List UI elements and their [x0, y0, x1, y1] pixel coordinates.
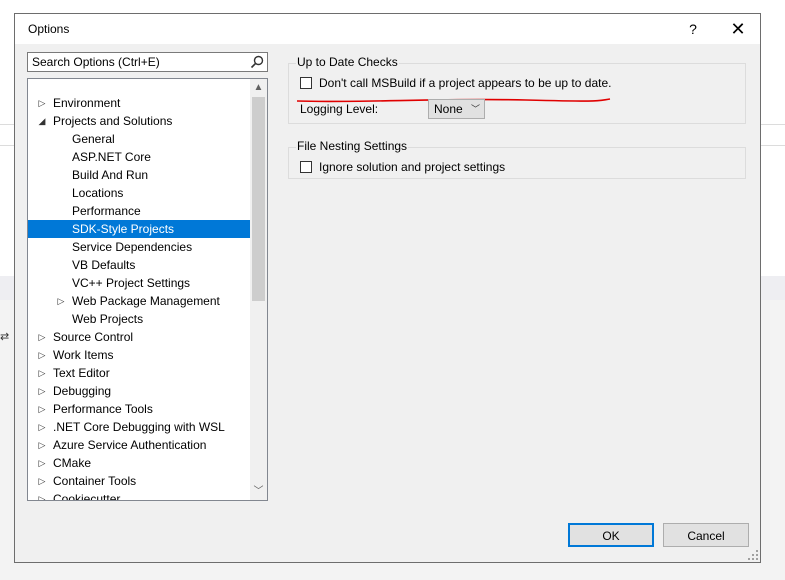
tree-item-label: General [72, 132, 115, 146]
up-to-date-title: Up to Date Checks [296, 55, 399, 69]
msbuild-checkbox-label[interactable]: Don't call MSBuild if a project appears … [319, 75, 611, 91]
tree-item-label: Debugging [53, 384, 112, 398]
collapsed-arrow-icon[interactable]: ▷ [37, 418, 47, 436]
collapsed-arrow-icon[interactable]: ▷ [37, 346, 47, 364]
tree-item-label: Web Package Management [72, 294, 220, 308]
tree-item[interactable]: ASP.NET Core [28, 148, 252, 166]
tree-item[interactable]: ▷ Azure Service Authentication [28, 436, 252, 454]
tree-item-label: Performance [72, 204, 141, 218]
collapsed-arrow-icon[interactable]: ▷ [37, 328, 47, 346]
file-nesting-title: File Nesting Settings [296, 139, 409, 153]
tree-item-label: Text Editor [53, 366, 110, 380]
tree-item[interactable]: ▷ Performance Tools [28, 400, 252, 418]
close-button[interactable]: ✕ [727, 18, 749, 40]
collapsed-arrow-icon[interactable]: ▷ [37, 364, 47, 382]
tree-item[interactable]: ▷ .NET Core Debugging with WSL [28, 418, 252, 436]
logging-level-value: None [434, 102, 463, 116]
collapsed-arrow-icon[interactable]: ▷ [37, 472, 47, 490]
ignore-settings-checkbox[interactable] [300, 161, 312, 173]
tree-item-label: Source Control [53, 330, 134, 344]
ok-button[interactable]: OK [568, 523, 654, 547]
collapsed-arrow-icon[interactable]: ▷ [37, 436, 47, 454]
tree-item-label: Performance Tools [53, 402, 153, 416]
tree-item-label: Azure Service Authentication [53, 438, 207, 452]
tree-item[interactable]: SDK-Style Projects [28, 220, 252, 238]
tree-item[interactable]: Locations [28, 184, 252, 202]
logging-level-select[interactable]: None ﹀ [428, 99, 485, 119]
tree-item[interactable]: ▷ Work Items [28, 346, 252, 364]
tree-item-label: Environment [53, 96, 121, 110]
tree-item[interactable]: VB Defaults [28, 256, 252, 274]
tree-item[interactable]: General [28, 130, 252, 148]
tree-item-label: Work Items [53, 348, 114, 362]
collapsed-arrow-icon[interactable]: ▷ [37, 454, 47, 472]
msbuild-checkbox[interactable] [300, 77, 312, 89]
tree-item-label: ASP.NET Core [72, 150, 151, 164]
tree-item-label: Web Projects [72, 312, 144, 326]
tree-item[interactable]: ▷ CMake [28, 454, 252, 472]
tree-item-label: SDK-Style Projects [72, 222, 175, 236]
dialog-title: Options [28, 22, 70, 36]
background-pin-icon: ⇄ [0, 331, 10, 343]
tree-item[interactable]: VC++ Project Settings [28, 274, 252, 292]
tree-item-label: Service Dependencies [72, 240, 193, 254]
tree-item-label: Locations [72, 186, 124, 200]
search-input[interactable] [28, 53, 247, 71]
tree-item[interactable]: Web Projects [28, 310, 252, 328]
collapsed-arrow-icon[interactable]: ▷ [37, 382, 47, 400]
tree-item-label: VC++ Project Settings [72, 276, 191, 290]
collapsed-arrow-icon[interactable]: ▷ [37, 94, 47, 112]
tree-item-label: .NET Core Debugging with WSL [53, 420, 225, 434]
tree-item[interactable]: ◢ Projects and Solutions [28, 112, 252, 130]
collapsed-arrow-icon[interactable]: ▷ [37, 490, 47, 500]
options-dialog: Options ? ✕ ▷ Cookiecutter ▷ Container Tool… [14, 13, 761, 563]
tree-item[interactable]: ▷ Environment [28, 94, 252, 112]
tree-item-label: CMake [53, 456, 92, 470]
tree-item[interactable]: ▷ Source Control [28, 328, 252, 346]
tree-item[interactable]: ▷ Web Package Management [28, 292, 252, 310]
tree-item-label: VB Defaults [72, 258, 136, 272]
collapsed-arrow-icon[interactable]: ▷ [37, 400, 47, 418]
ignore-settings-checkbox-label[interactable]: Ignore solution and project settings [319, 159, 505, 175]
resize-grip-icon[interactable] [748, 550, 758, 560]
help-button[interactable]: ? [683, 20, 703, 38]
scroll-down-arrow-icon[interactable]: ﹀ [250, 483, 267, 500]
tree-item[interactable]: ▷ Container Tools [28, 472, 252, 490]
cancel-button[interactable]: Cancel [663, 523, 749, 547]
tree-item[interactable]: ▷ Debugging [28, 382, 252, 400]
collapsed-arrow-icon[interactable]: ▷ [56, 292, 66, 310]
search-icon[interactable] [249, 54, 265, 70]
tree-item-label: Build And Run [72, 168, 149, 182]
logging-level-label: Logging Level: [300, 102, 379, 116]
tree-item[interactable]: Performance [28, 202, 252, 220]
tree-item[interactable]: ▷ Text Editor [28, 364, 252, 382]
tree-item[interactable]: Build And Run [28, 166, 252, 184]
tree-item-label: Container Tools [53, 474, 137, 488]
tree-scrollbar[interactable]: ▲ ﹀ [250, 79, 267, 500]
tree-item-label: Cookiecutter [53, 492, 121, 501]
options-tree[interactable]: ▷ Cookiecutter ▷ Container Tools ▷ CMake ▷ Azur… [27, 78, 268, 501]
scroll-up-arrow-icon[interactable]: ▲ [250, 79, 267, 96]
chevron-down-icon: ﹀ [470, 104, 480, 114]
expanded-arrow-icon[interactable]: ◢ [37, 112, 47, 130]
tree-item[interactable]: Service Dependencies [28, 238, 252, 256]
tree-item-label: Projects and Solutions [53, 114, 173, 128]
tree-item[interactable]: ▷ Cookiecutter [28, 490, 252, 501]
scroll-thumb[interactable] [252, 97, 265, 301]
title-bar: Options ? ✕ [15, 14, 760, 44]
search-box[interactable] [27, 52, 268, 72]
